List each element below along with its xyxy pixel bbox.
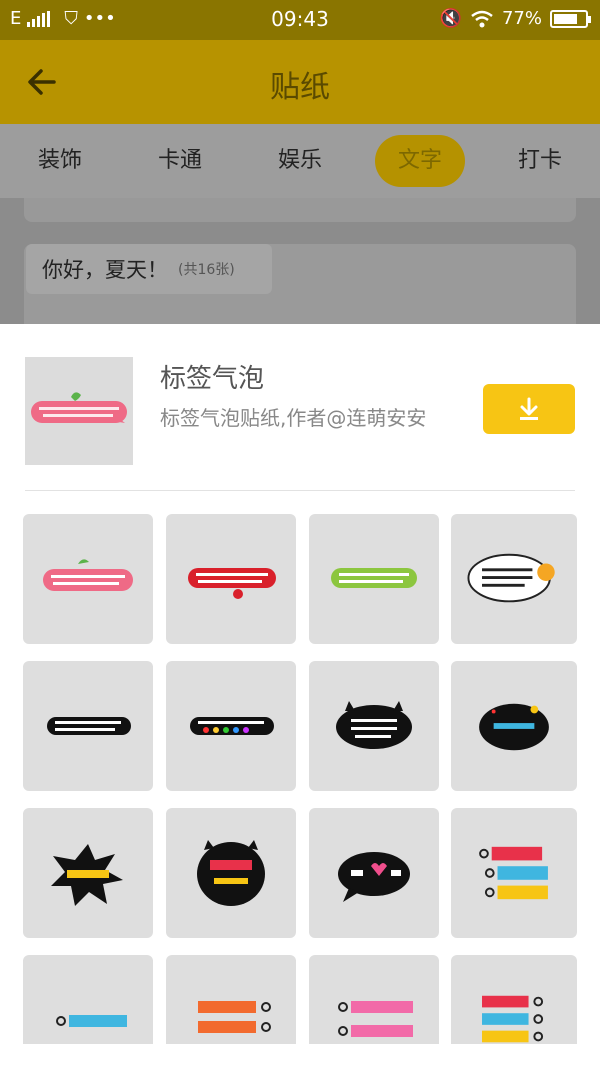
pack-thumbnail bbox=[25, 357, 133, 465]
tag-list-sticker[interactable] bbox=[451, 808, 577, 938]
battery-fill bbox=[554, 13, 578, 24]
list-item-title: 你好，夏天！ bbox=[42, 258, 168, 282]
black-round-bubble-sticker[interactable] bbox=[166, 808, 296, 938]
pink-tags-sticker[interactable] bbox=[309, 955, 439, 1044]
green-bubble-sticker[interactable] bbox=[309, 514, 439, 644]
battery-icon bbox=[550, 9, 591, 28]
sticker-pack-sheet: 标签气泡 标签气泡贴纸,作者@连萌安安 bbox=[0, 324, 600, 1044]
download-button[interactable] bbox=[483, 384, 575, 434]
mute-icon: 🔇 bbox=[439, 8, 462, 29]
download-icon bbox=[520, 397, 538, 420]
tab-cartoon[interactable]: 卡通 bbox=[140, 135, 220, 187]
battery-percent: 77% bbox=[501, 8, 542, 29]
black-bar-sticker[interactable] bbox=[23, 661, 153, 791]
category-tabs: 装饰 卡通 娱乐 文字 打卡 bbox=[0, 124, 600, 198]
tab-decoration[interactable]: 装饰 bbox=[20, 135, 100, 187]
stacked-tags-sticker[interactable] bbox=[451, 955, 577, 1044]
pink-bubble-sticker[interactable] bbox=[23, 514, 153, 644]
tab-checkin[interactable]: 打卡 bbox=[500, 135, 580, 187]
sticker-grid bbox=[0, 514, 600, 1044]
black-sparkle-bubble-sticker[interactable] bbox=[451, 661, 577, 791]
black-rainbow-bar-sticker[interactable] bbox=[166, 661, 296, 791]
black-heart-bubble-sticker[interactable] bbox=[309, 808, 439, 938]
app-header: 贴纸 bbox=[0, 40, 600, 124]
burst-bubble-sticker[interactable] bbox=[23, 808, 153, 938]
status-bar: E ⛉ ••• 09:43 🔇 77% bbox=[0, 0, 600, 40]
orange-tags-sticker[interactable] bbox=[166, 955, 296, 1044]
red-bubble-sticker[interactable] bbox=[166, 514, 296, 644]
single-tag-sticker[interactable] bbox=[23, 955, 153, 1044]
tab-text[interactable]: 文字 bbox=[375, 135, 465, 187]
list-item[interactable]: 你好，夏天！ (共16张) bbox=[26, 244, 272, 294]
divider bbox=[25, 490, 575, 491]
dimmed-background[interactable]: 装饰 卡通 娱乐 文字 打卡 你好，夏天！ (共16张) bbox=[0, 124, 600, 324]
tab-entertainment[interactable]: 娱乐 bbox=[260, 135, 340, 187]
list-item-count: (共16张) bbox=[178, 262, 235, 278]
pack-name: 标签气泡 bbox=[160, 364, 265, 394]
wifi-icon bbox=[471, 10, 493, 27]
cloud-cat-sticker[interactable] bbox=[451, 514, 577, 644]
list-card-top bbox=[24, 198, 576, 222]
page-title: 贴纸 bbox=[270, 70, 330, 105]
black-cat-bubble-sticker[interactable] bbox=[309, 661, 439, 791]
pack-description: 标签气泡贴纸,作者@连萌安安 bbox=[160, 406, 427, 430]
bottom-edge bbox=[0, 1044, 600, 1067]
